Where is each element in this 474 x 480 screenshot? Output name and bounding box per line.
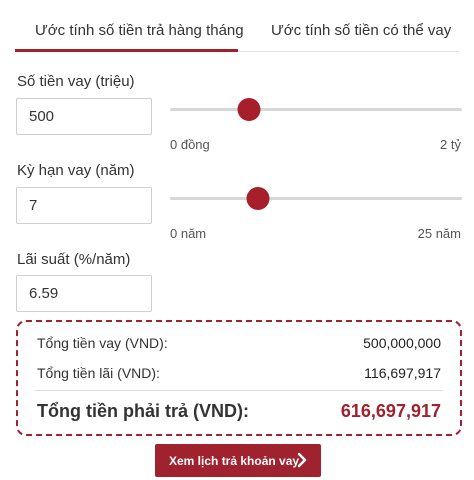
loan-term-slider[interactable] <box>170 186 462 210</box>
tab-borrowable-amount[interactable]: Ước tính số tiền có thể vay <box>271 22 451 39</box>
loan-amount-label: Số tiền vay (triệu) <box>17 73 135 90</box>
loan-term-input[interactable] <box>16 187 152 224</box>
chevron-right-icon <box>297 452 307 468</box>
loan-amount-input[interactable] <box>16 98 152 135</box>
tab-monthly-payment[interactable]: Ước tính số tiền trả hàng tháng <box>35 22 244 39</box>
slider-track <box>170 197 462 200</box>
calculator-tabs: Ước tính số tiền trả hàng tháng Ước tính… <box>0 0 474 52</box>
total-payment-label: Tổng tiền phải trả (VND): <box>37 401 249 421</box>
loan-term-slider-thumb[interactable] <box>246 187 270 210</box>
summary-divider <box>35 390 443 391</box>
loan-summary-box: Tổng tiền vay (VND): 500,000,000 Tổng ti… <box>16 320 462 436</box>
total-loan-value: 500,000,000 <box>363 335 441 351</box>
loan-term-min-label: 0 năm <box>170 226 207 241</box>
loan-amount-slider-thumb[interactable] <box>237 98 261 121</box>
view-repayment-schedule-button[interactable]: Xem lịch trả khoản vay <box>155 444 321 477</box>
interest-rate-input[interactable] <box>16 275 152 312</box>
total-payment-value: 616,697,917 <box>340 401 441 421</box>
active-tab-indicator <box>15 49 238 52</box>
loan-amount-min-label: 0 đồng <box>170 137 210 152</box>
loan-amount-max-label: 2 tỷ <box>440 137 461 152</box>
loan-term-label: Kỳ hạn vay (năm) <box>17 162 135 179</box>
total-interest-value: 116,697,917 <box>364 365 441 381</box>
interest-rate-label: Lãi suất (%/năm) <box>17 251 131 268</box>
schedule-button-label: Xem lịch trả khoản vay <box>169 453 300 468</box>
total-interest-label: Tổng tiền lãi (VND): <box>37 365 160 381</box>
loan-term-max-label: 25 năm <box>417 226 461 241</box>
slider-track <box>170 108 462 111</box>
total-loan-label: Tổng tiền vay (VND): <box>37 335 168 351</box>
loan-amount-slider[interactable] <box>170 97 462 121</box>
